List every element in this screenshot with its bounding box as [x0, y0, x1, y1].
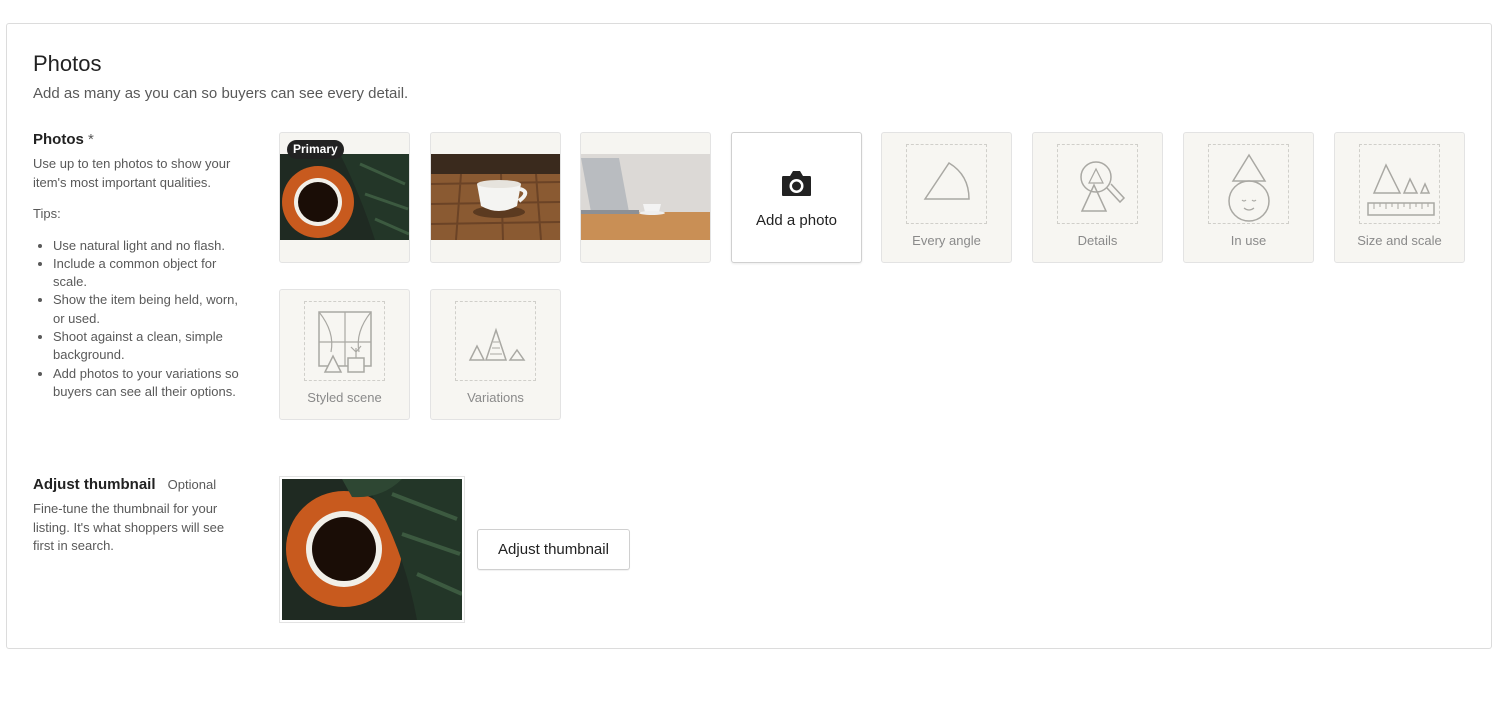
photo-tile[interactable]	[430, 132, 561, 263]
photos-help-text: Use up to ten photos to show your item's…	[33, 156, 231, 190]
placeholder-label: Size and scale	[1357, 233, 1442, 248]
size-scale-icon	[1367, 163, 1435, 216]
tip-item: Add photos to your variations so buyers …	[53, 365, 243, 402]
thumbnail-help-text: Fine-tune the thumbnail for your listing…	[33, 501, 225, 553]
placeholder-label: Styled scene	[307, 390, 382, 405]
placeholder-details[interactable]: Details	[1032, 132, 1163, 263]
optional-label: Optional	[167, 477, 217, 492]
camera-icon	[781, 170, 812, 202]
photo-tile[interactable]	[580, 132, 711, 263]
add-photo-button[interactable]: Add a photo	[731, 132, 862, 263]
placeholder-label: Details	[1077, 233, 1118, 248]
tips-heading: Tips:	[33, 206, 61, 221]
thumbnail-field-description: Adjust thumbnail Optional Fine-tune the …	[33, 476, 243, 556]
adjust-thumbnail-button[interactable]: Adjust thumbnail	[477, 529, 630, 570]
placeholder-label: Variations	[467, 390, 524, 405]
styled-scene-icon	[318, 311, 372, 373]
in-use-icon	[1228, 153, 1270, 222]
placeholder-every-angle[interactable]: Every angle	[881, 132, 1012, 263]
placeholder-variations[interactable]: Variations	[430, 289, 561, 420]
placeholder-in-use[interactable]: In use	[1183, 132, 1314, 263]
placeholder-label: In use	[1230, 233, 1267, 248]
placeholder-label: Every angle	[912, 233, 981, 248]
tip-item: Show the item being held, worn, or used.	[53, 291, 243, 328]
every-angle-icon	[923, 161, 970, 200]
thumbnail-field-label: Adjust thumbnail Optional	[33, 476, 217, 493]
tip-item: Use natural light and no flash.	[53, 237, 243, 255]
photo-tile-primary[interactable]: Primary	[279, 132, 410, 263]
required-mark: *	[88, 131, 94, 148]
photo-image	[431, 154, 560, 240]
details-magnifier-icon	[1080, 161, 1126, 212]
add-photo-label: Add a photo	[756, 212, 837, 229]
photos-section-card: Photos Add as many as you can so buyers …	[6, 23, 1492, 649]
photos-field-label: Photos *	[33, 131, 94, 148]
placeholder-styled-scene[interactable]: Styled scene	[279, 289, 410, 420]
tip-item: Include a common object for scale.	[53, 255, 243, 292]
primary-badge: Primary	[287, 140, 344, 159]
tip-item: Shoot against a clean, simple background…	[53, 328, 243, 365]
photo-image	[280, 154, 409, 240]
section-title: Photos	[33, 51, 102, 76]
section-subtitle: Add as many as you can so buyers can see…	[33, 85, 409, 102]
photo-image	[581, 154, 710, 240]
thumbnail-image	[282, 479, 463, 620]
tips-list: Use natural light and no flash. Include …	[33, 237, 243, 402]
thumbnail-preview	[279, 476, 465, 623]
placeholder-size-and-scale[interactable]: Size and scale	[1334, 132, 1465, 263]
variations-icon	[468, 327, 526, 361]
photos-field-description: Photos * Use up to ten photos to show yo…	[33, 131, 243, 401]
